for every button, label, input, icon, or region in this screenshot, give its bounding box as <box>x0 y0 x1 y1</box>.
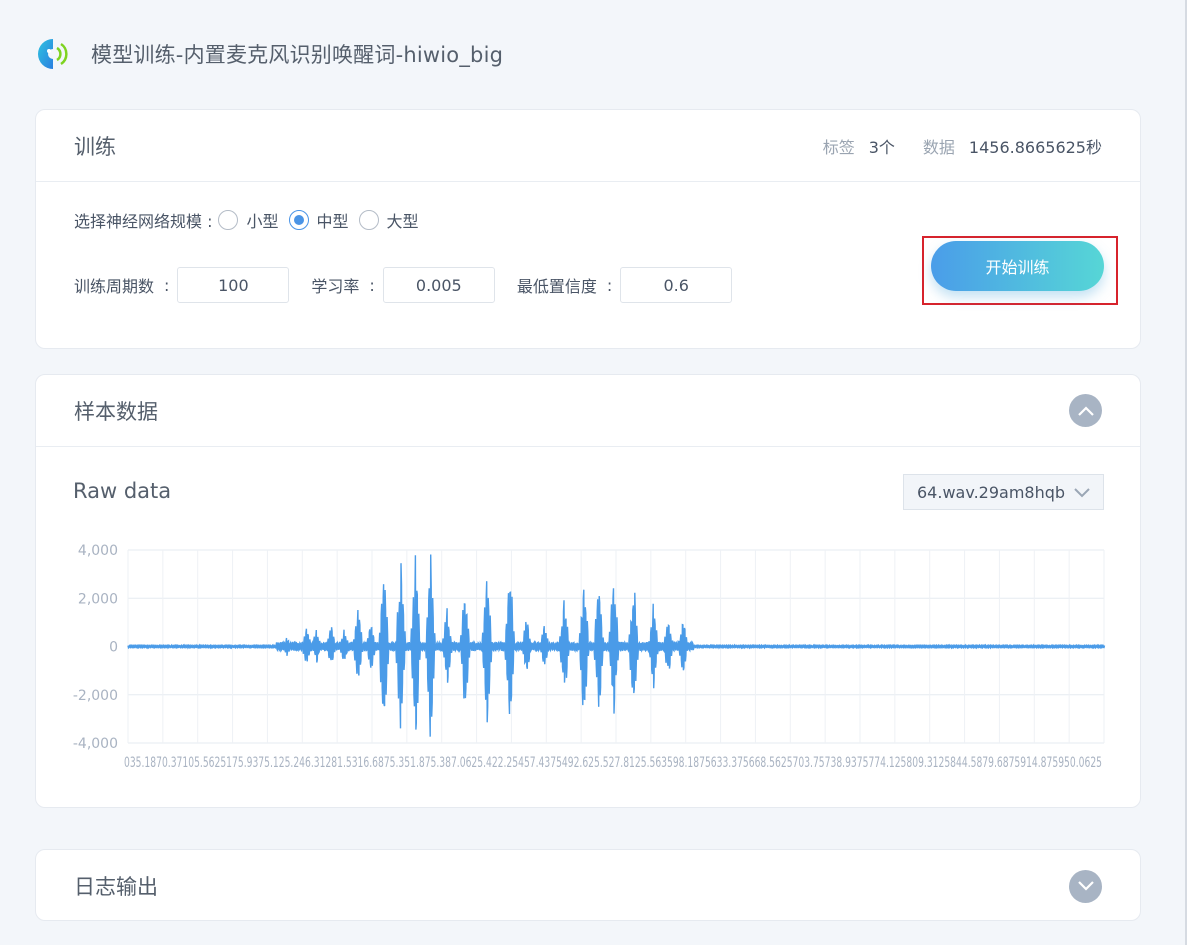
y-tick-label: -4,000 <box>73 736 118 752</box>
lr-colon: : <box>369 275 375 295</box>
radio-small[interactable] <box>218 210 239 230</box>
log-output-title: 日志输出 <box>74 875 158 899</box>
chevron-up-icon <box>1077 405 1094 416</box>
training-params: 训练周期数 : 学习率 : 最低置信度 : <box>74 267 754 303</box>
sample-data-header: 样本数据 <box>36 375 1140 447</box>
log-output-header: 日志输出 <box>36 850 1140 922</box>
app-logo-icon <box>38 39 68 69</box>
option-label-medium: 中型 <box>316 212 349 231</box>
radio-large[interactable] <box>358 210 379 230</box>
expand-toggle-button[interactable] <box>1069 869 1102 903</box>
sample-file-select[interactable]: 64.wav.29am8hqb <box>903 474 1104 510</box>
start-training-button[interactable]: 开始训练 <box>931 241 1104 291</box>
data-label: 数据 <box>922 137 955 157</box>
epochs-input[interactable] <box>177 267 290 303</box>
log-output-card: 日志输出 <box>35 849 1141 921</box>
confidence-colon: : <box>606 275 613 295</box>
radio-medium[interactable] <box>288 210 309 230</box>
training-title: 训练 <box>74 134 116 159</box>
network-option-large[interactable]: 大型 <box>358 208 419 232</box>
raw-data-title: Raw data <box>73 479 172 503</box>
training-stats: 标签 3个 数据 1456.8665625秒 <box>823 134 1102 158</box>
collapse-toggle-button[interactable] <box>1069 394 1102 427</box>
chevron-down-icon <box>1077 881 1094 891</box>
y-tick-label: -2,000 <box>73 688 118 704</box>
sample-file-value: 64.wav.29am8hqb <box>917 482 1066 502</box>
y-tick-label: 4,000 <box>78 543 118 559</box>
data-duration: 1456.8665625秒 <box>968 137 1102 157</box>
chevron-down-icon <box>1074 488 1090 498</box>
network-option-small[interactable]: 小型 <box>218 208 279 232</box>
labels-count: 3个 <box>868 137 895 157</box>
page-header: 模型训练-内置麦克风识别唤醒词-hiwio_big <box>35 34 503 74</box>
option-label-small: 小型 <box>246 212 279 231</box>
training-card: 训练 标签 3个 数据 1456.8665625秒 选择神经网络规模 : 小型 … <box>35 109 1141 349</box>
sample-data-title: 样本数据 <box>74 399 158 424</box>
training-card-header: 训练 标签 3个 数据 1456.8665625秒 <box>36 110 1140 182</box>
confidence-label: 最低置信度 <box>516 277 597 296</box>
page-title: 模型训练-内置麦克风识别唤醒词-hiwio_big <box>91 43 504 67</box>
network-option-medium[interactable]: 中型 <box>288 208 349 232</box>
raw-data-chart: 4,000 2,000 0 -2,000 -4,000 035.1870.37105.5… <box>73 543 1106 771</box>
learning-rate-input[interactable] <box>382 267 495 303</box>
epochs-colon: : <box>164 275 170 295</box>
lr-label: 学习率 <box>311 277 360 296</box>
labels-label: 标签 <box>822 137 855 157</box>
confidence-input[interactable] <box>620 267 733 303</box>
network-size-label: 选择神经网络规模 : <box>74 212 213 231</box>
option-label-large: 大型 <box>386 212 419 231</box>
y-tick-label: 2,000 <box>78 591 118 607</box>
epochs-label: 训练周期数 <box>74 277 155 296</box>
chart-y-axis: 4,000 2,000 0 -2,000 -4,000 <box>73 543 118 752</box>
network-size-selector: 选择神经网络规模 : 小型 中型 大型 <box>74 208 429 232</box>
chart-x-tick-labels: 035.1870.37105.5625175.9375.125.246.3128… <box>124 755 1102 771</box>
y-tick-label: 0 <box>109 640 118 656</box>
sample-data-card: 样本数据 Raw data 64.wav.29am8hqb 4,000 2,000… <box>35 374 1141 808</box>
